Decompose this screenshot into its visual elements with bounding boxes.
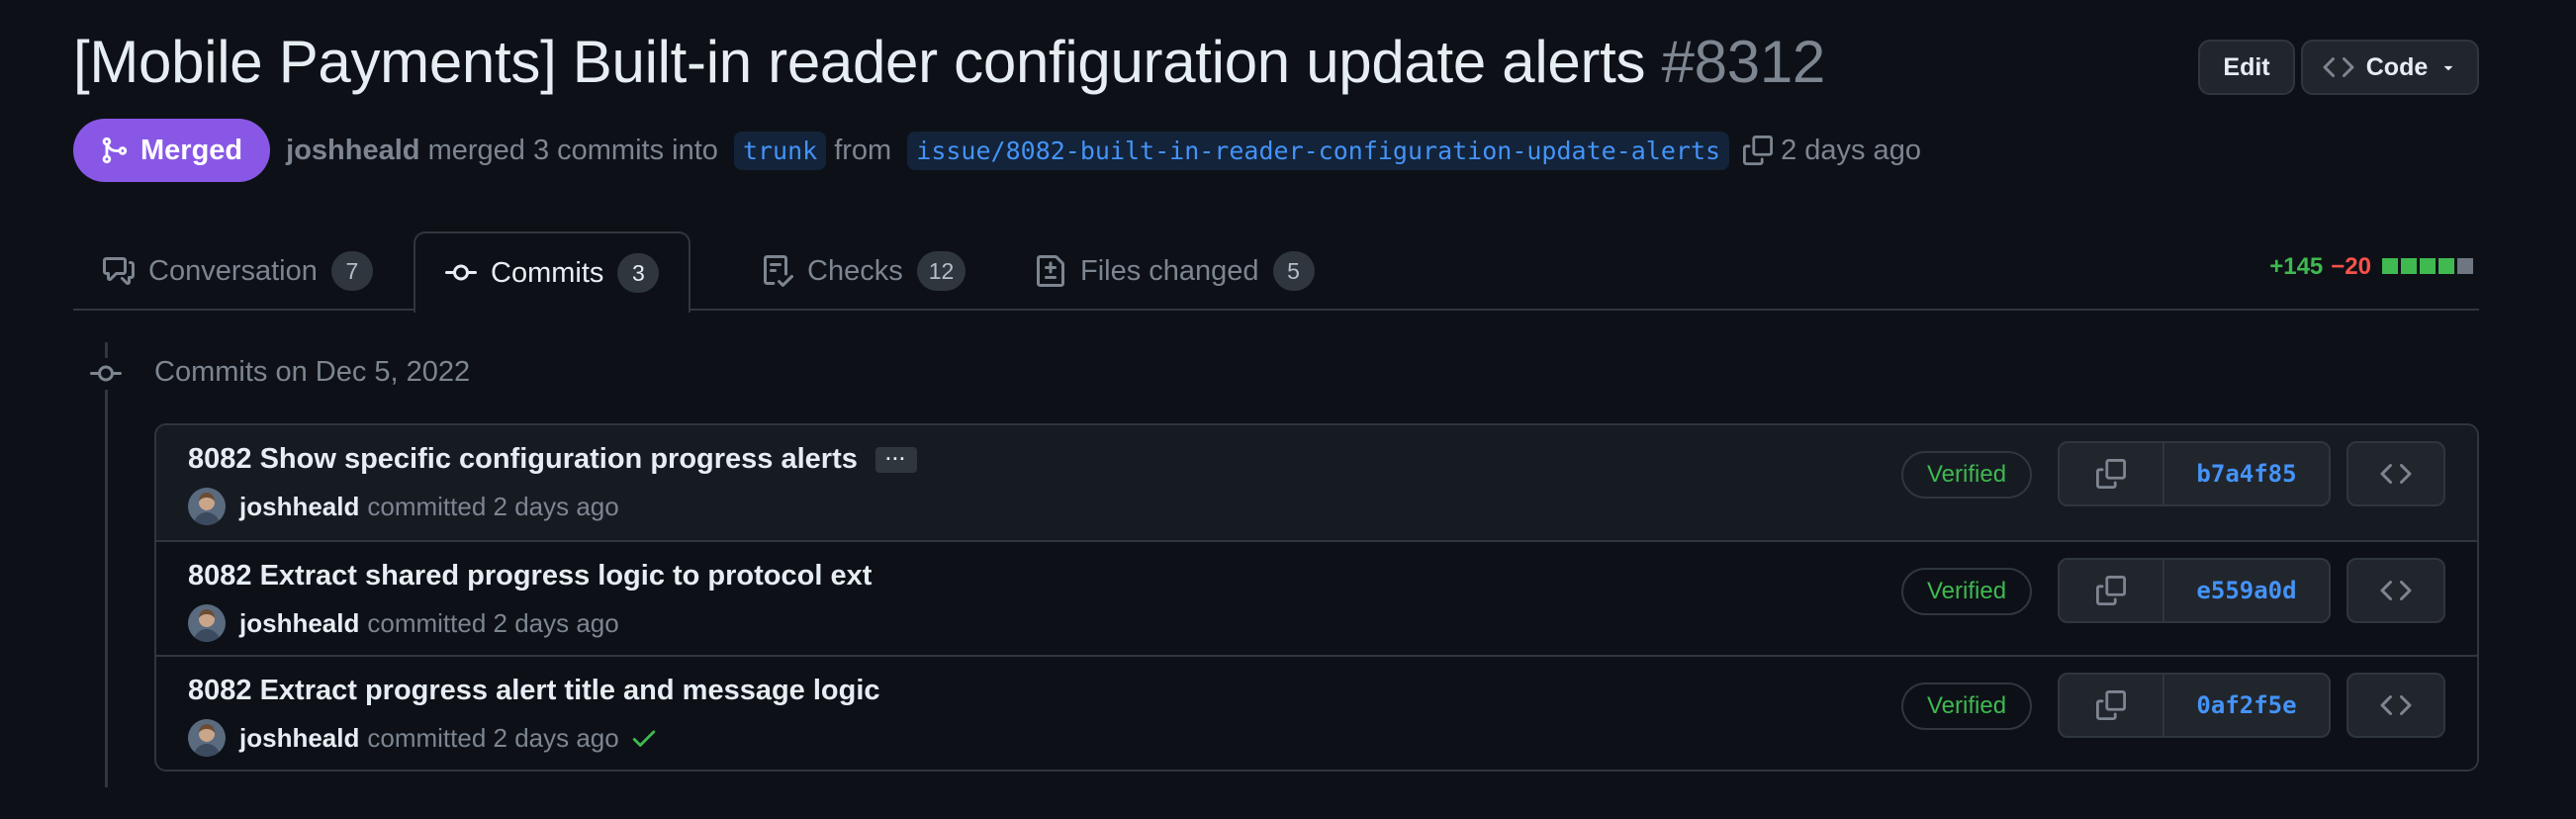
copy-icon[interactable] xyxy=(1743,136,1774,165)
copy-sha-button[interactable] xyxy=(2060,443,2164,504)
file-diff-icon xyxy=(1037,255,1064,287)
copy-icon xyxy=(2096,690,2126,720)
commit-sha-link[interactable]: b7a4f85 xyxy=(2164,443,2329,504)
commit-meta: joshheald committed 2 days ago xyxy=(188,603,619,643)
tab-checks[interactable]: Checks 12 xyxy=(732,231,995,311)
commit-action: committed xyxy=(367,722,487,753)
merge-summary: joshheald merged 3 commits into trunk fr… xyxy=(286,131,1921,170)
copy-sha-button[interactable] xyxy=(2060,560,2164,621)
commit-row: 8082 Extract shared progress logic to pr… xyxy=(156,540,2477,655)
commit-message-row: 8082 Extract shared progress logic to pr… xyxy=(188,560,872,592)
avatar[interactable] xyxy=(188,719,226,757)
commit-message-row: 8082 Extract progress alert title and me… xyxy=(188,675,880,707)
merge-text: merged 3 commits into xyxy=(427,134,718,166)
commit-message-link[interactable]: 8082 Show specific configuration progres… xyxy=(188,443,858,476)
copy-icon xyxy=(2096,576,2126,605)
commit-button-group: e559a0d xyxy=(2058,558,2331,623)
diffstat-blocks xyxy=(2379,253,2473,281)
commit-message-link[interactable]: 8082 Extract shared progress logic to pr… xyxy=(188,560,872,592)
code-icon xyxy=(2380,580,2412,601)
base-branch[interactable]: trunk xyxy=(733,131,827,170)
diffstat-deletions: −20 xyxy=(2331,253,2371,280)
browse-repo-button[interactable] xyxy=(2346,558,2445,623)
merged-state-badge: Merged xyxy=(73,119,271,182)
diffstat-additions: +145 xyxy=(2269,253,2324,280)
edit-button[interactable]: Edit xyxy=(2198,40,2295,95)
tab-conversation-label: Conversation xyxy=(148,254,318,287)
pr-meta: Merged joshheald merged 3 commits into t… xyxy=(73,119,1921,182)
commit-meta: joshheald committed 2 days ago xyxy=(188,487,619,526)
tab-commits-count: 3 xyxy=(617,253,660,293)
check-icon[interactable] xyxy=(629,723,659,753)
tab-commits-label: Commits xyxy=(491,256,604,289)
avatar[interactable] xyxy=(188,488,226,525)
diffstat-block xyxy=(2420,258,2436,274)
git-commit-icon xyxy=(445,264,477,281)
tab-files-changed[interactable]: Files changed 5 xyxy=(1005,231,1344,311)
commit-time: 2 days ago xyxy=(493,491,619,521)
merge-time: 2 days ago xyxy=(1781,134,1921,166)
verified-badge[interactable]: Verified xyxy=(1901,451,2033,499)
code-button[interactable]: Code xyxy=(2301,40,2479,95)
from-text: from xyxy=(834,134,892,166)
merged-state-label: Merged xyxy=(140,134,243,166)
code-button-label: Code xyxy=(2365,52,2429,81)
commit-author[interactable]: joshheald xyxy=(239,723,359,754)
commit-button-group: b7a4f85 xyxy=(2058,441,2331,506)
code-icon xyxy=(2323,56,2354,78)
commit-author[interactable]: joshheald xyxy=(239,492,359,522)
git-commit-icon xyxy=(90,358,122,390)
code-icon xyxy=(2380,694,2412,716)
tab-files-changed-count: 5 xyxy=(1272,251,1315,291)
diffstat-block xyxy=(2457,258,2473,274)
commit-time: 2 days ago xyxy=(493,722,619,753)
copy-sha-button[interactable] xyxy=(2060,675,2164,736)
browse-repo-button[interactable] xyxy=(2346,441,2445,506)
commit-message-link[interactable]: 8082 Extract progress alert title and me… xyxy=(188,675,880,707)
verified-badge[interactable]: Verified xyxy=(1901,568,2033,615)
commit-list: 8082 Show specific configuration progres… xyxy=(154,423,2479,772)
diffstat-block xyxy=(2382,258,2398,274)
git-merge-icon xyxy=(102,136,128,164)
pr-title: [Mobile Payments] Built-in reader config… xyxy=(73,28,1825,96)
commit-action: committed xyxy=(367,491,487,521)
code-icon xyxy=(2380,463,2412,485)
commit-sha-link[interactable]: 0af2f5e xyxy=(2164,675,2329,736)
tab-conversation-count: 7 xyxy=(330,251,373,291)
commit-message-row: 8082 Show specific configuration progres… xyxy=(188,443,917,476)
diffstat: +145 −20 xyxy=(2269,253,2473,281)
pr-title-text: [Mobile Payments] Built-in reader config… xyxy=(73,29,1646,95)
pr-author-link[interactable]: joshheald xyxy=(286,135,419,167)
comment-discussion-icon xyxy=(103,257,135,285)
commit-button-group: 0af2f5e xyxy=(2058,673,2331,738)
commits-date-heading: Commits on Dec 5, 2022 xyxy=(154,356,471,388)
head-branch[interactable]: issue/8082-built-in-reader-configuration… xyxy=(907,131,1730,170)
tab-commits[interactable]: Commits 3 xyxy=(414,231,691,313)
commit-action: committed xyxy=(367,607,487,638)
commit-row: 8082 Extract progress alert title and me… xyxy=(156,655,2477,770)
commit-sha-link[interactable]: e559a0d xyxy=(2164,560,2329,621)
tab-checks-label: Checks xyxy=(807,254,903,287)
checklist-icon xyxy=(764,255,793,287)
commit-author[interactable]: joshheald xyxy=(239,608,359,639)
copy-icon xyxy=(2096,459,2126,489)
diffstat-block xyxy=(2401,258,2417,274)
tab-checks-count: 12 xyxy=(916,251,966,291)
browse-repo-button[interactable] xyxy=(2346,673,2445,738)
pr-number: #8312 xyxy=(1661,29,1826,95)
avatar[interactable] xyxy=(188,604,226,642)
tab-conversation[interactable]: Conversation 7 xyxy=(73,231,403,311)
tab-files-changed-label: Files changed xyxy=(1080,254,1259,287)
commit-time: 2 days ago xyxy=(493,607,619,638)
timeline-line xyxy=(105,342,108,787)
diffstat-block xyxy=(2438,258,2454,274)
caret-down-icon xyxy=(2444,65,2453,71)
expand-description-button[interactable]: ··· xyxy=(874,446,917,473)
commit-meta: joshheald committed 2 days ago xyxy=(188,718,659,758)
commit-row: 8082 Show specific configuration progres… xyxy=(156,425,2477,540)
pr-tabs: Conversation 7 Commits 3 Checks 12 Files… xyxy=(73,231,2479,313)
verified-badge[interactable]: Verified xyxy=(1901,682,2033,730)
